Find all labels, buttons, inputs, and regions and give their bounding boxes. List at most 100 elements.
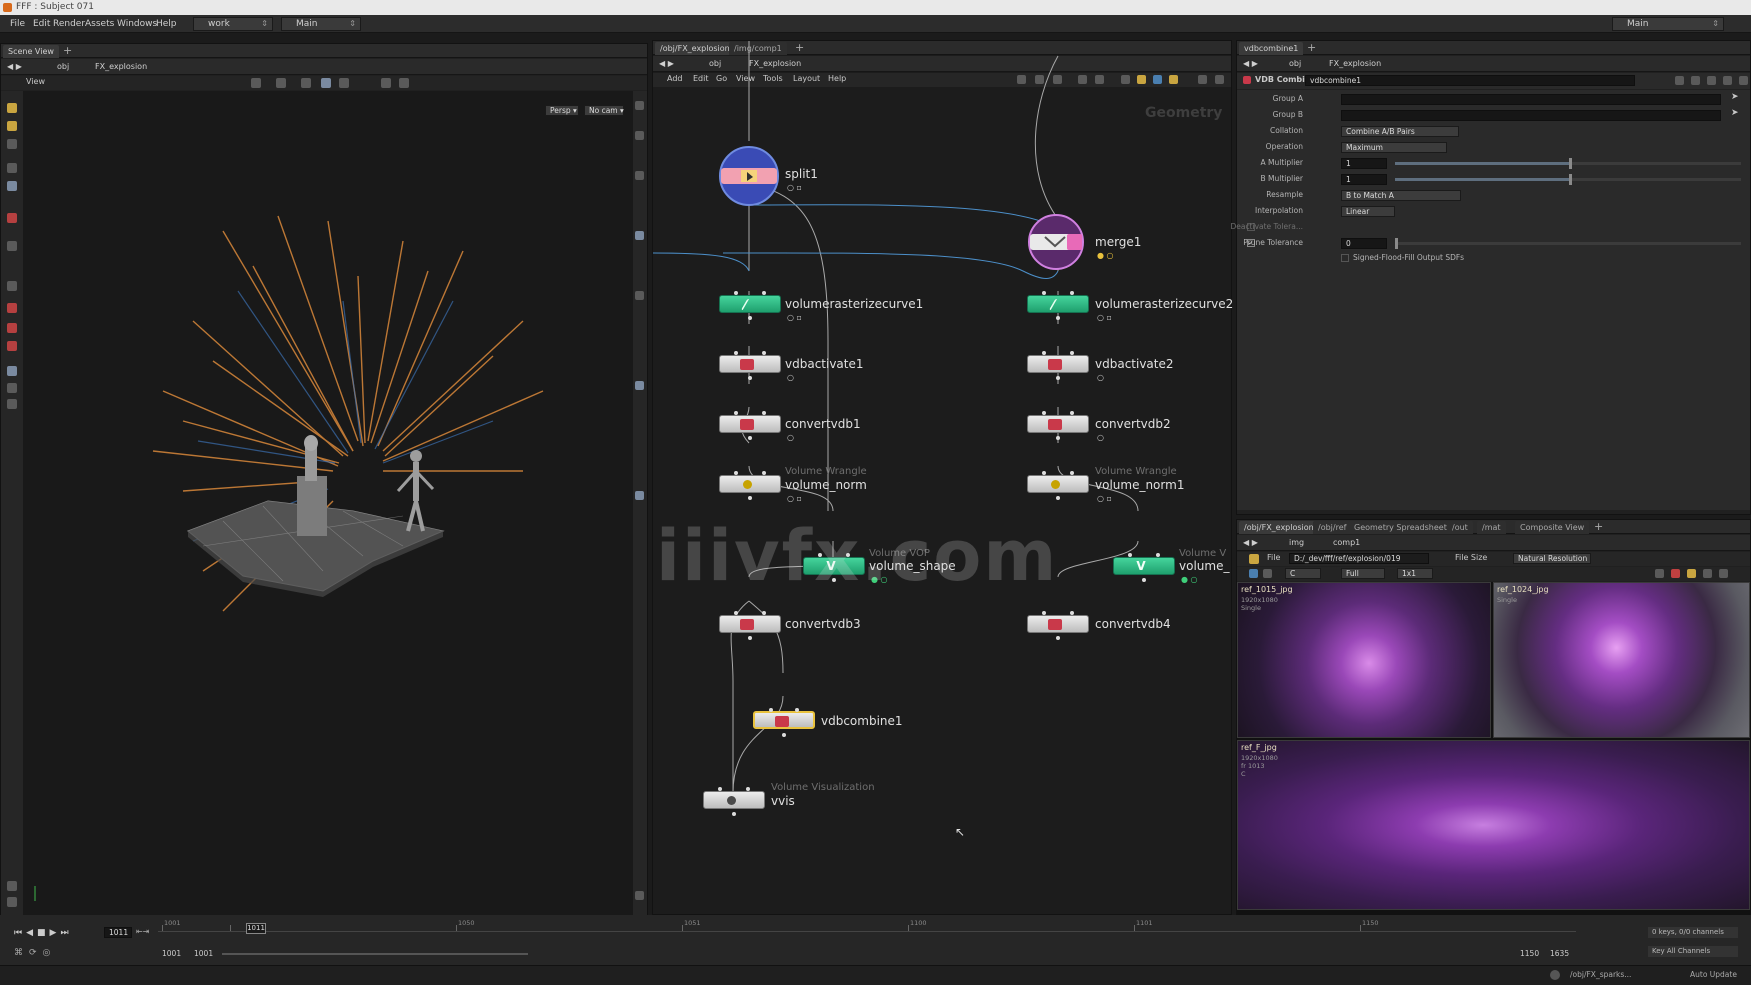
ref-image-2[interactable]: ref_1024_jpg Single <box>1493 582 1750 738</box>
label-volumerasterizecurve2[interactable]: volumerasterizecurve2 <box>1095 297 1233 311</box>
help-icon[interactable] <box>1739 76 1748 85</box>
display-option-icon[interactable] <box>635 381 644 390</box>
node-convertvdb4[interactable] <box>1027 611 1089 633</box>
tab-geometry-spreadsheet[interactable]: Geometry Spreadsheet <box>1349 521 1452 534</box>
file-icon[interactable] <box>1249 554 1259 564</box>
viewport-tool-icon[interactable] <box>339 78 349 88</box>
tab-out[interactable]: /out <box>1447 521 1473 534</box>
node-merge1[interactable] <box>1027 213 1085 271</box>
info-icon[interactable] <box>1723 76 1732 85</box>
label-convertvdb3[interactable]: convertvdb3 <box>785 617 861 631</box>
label-merge1[interactable]: merge1 <box>1095 235 1141 249</box>
node-volumerasterizecurve2[interactable] <box>1027 291 1089 313</box>
magnet-icon[interactable] <box>7 323 17 333</box>
label-convertvdb2[interactable]: convertvdb2 <box>1095 417 1171 431</box>
frame-ruler[interactable]: 1001 1011 1050 1051 1100 1101 1150 <box>158 919 1576 941</box>
select-tool-icon[interactable] <box>7 103 17 113</box>
label-convertvdb4[interactable]: convertvdb4 <box>1095 617 1171 631</box>
output-connector[interactable] <box>1056 496 1060 500</box>
node-vdbactivate1[interactable] <box>719 351 781 373</box>
add-tab-icon[interactable]: + <box>1594 520 1603 533</box>
node-volume-norm1[interactable] <box>1027 471 1089 493</box>
menu-windows[interactable]: Windows <box>117 15 157 33</box>
tab-obj-fx-explosion[interactable]: /obj/FX_explosion <box>1239 521 1319 534</box>
prune-tolerance-slider[interactable] <box>1395 238 1741 249</box>
back-arrow-icon[interactable]: ◀ ▶ <box>7 59 22 75</box>
range-end[interactable]: 1150 <box>1520 949 1539 958</box>
label-convertvdb1[interactable]: convertvdb1 <box>785 417 861 431</box>
output-connector[interactable] <box>732 812 736 816</box>
display-option-icon[interactable] <box>635 101 644 110</box>
output-connector[interactable] <box>748 436 752 440</box>
range-end-2[interactable]: 1635 <box>1550 949 1569 958</box>
label-volume-shape2[interactable]: volume_ <box>1179 559 1229 573</box>
timeline-options-icon[interactable]: ⌘⟳◎ <box>14 948 56 958</box>
playhead-marker[interactable]: 1011 <box>246 923 266 934</box>
a-multiplier-field[interactable]: 1 <box>1341 158 1387 169</box>
viewport-tool-icon[interactable] <box>381 78 391 88</box>
view-tool-icon[interactable] <box>7 241 17 251</box>
output-connector[interactable] <box>1056 376 1060 380</box>
param-path-root[interactable]: obj <box>1289 56 1301 72</box>
node-volume-shape2[interactable]: V <box>1113 553 1175 575</box>
right-context-selector[interactable]: Main ⇕ <box>1612 17 1724 31</box>
group-b-field[interactable] <box>1341 110 1721 121</box>
display-option-icon[interactable] <box>635 291 644 300</box>
node-convertvdb3[interactable] <box>719 611 781 633</box>
output-connector[interactable] <box>1056 436 1060 440</box>
output-connector[interactable] <box>782 733 786 737</box>
select-tool-icon[interactable] <box>7 121 17 131</box>
add-tab-icon[interactable]: + <box>63 44 72 57</box>
display-option-icon[interactable] <box>635 171 644 180</box>
display-option-icon[interactable] <box>635 231 644 240</box>
help-icon[interactable] <box>1691 76 1700 85</box>
light-icon[interactable] <box>7 881 17 891</box>
rotate-tool-icon[interactable] <box>7 163 17 173</box>
label-volumerasterizecurve1[interactable]: volumerasterizecurve1 <box>785 297 923 311</box>
key-all-channels-button[interactable]: Key All Channels <box>1648 946 1738 957</box>
menu-render[interactable]: Render <box>53 15 85 33</box>
display-icon[interactable] <box>7 399 17 409</box>
label-vdbactivate2[interactable]: vdbactivate2 <box>1095 357 1174 371</box>
3d-viewport[interactable]: Persp ▾ No cam ▾ <box>23 91 633 916</box>
add-tab-icon[interactable]: + <box>1307 41 1316 54</box>
viewport-tool-icon[interactable] <box>276 78 286 88</box>
menu-assets[interactable]: Assets <box>85 15 114 33</box>
interpolation-menu[interactable]: Linear <box>1341 206 1395 217</box>
display-icon[interactable] <box>1655 569 1664 578</box>
zoom-menu[interactable]: 1x1 <box>1397 568 1433 579</box>
render-region-icon[interactable] <box>7 366 17 376</box>
slider-knob[interactable] <box>1395 238 1398 249</box>
display-option-icon[interactable] <box>635 131 644 140</box>
viewer-path-root[interactable]: img <box>1289 535 1304 551</box>
tab-scene-view[interactable]: Scene View <box>3 45 59 58</box>
output-connector[interactable] <box>1056 636 1060 640</box>
file-path-field[interactable]: D:/_dev/fff/ref/explosion/019 <box>1289 553 1429 564</box>
viewport-tool-icon[interactable] <box>321 78 331 88</box>
current-frame-field[interactable]: 1011 <box>104 927 132 938</box>
node-convertvdb1[interactable] <box>719 411 781 433</box>
label-split1[interactable]: split1 <box>785 167 818 181</box>
label-volume-norm1[interactable]: volume_norm1 <box>1095 478 1184 492</box>
ref-image-3[interactable]: ref_F_jpg 1920x1080 fr 1013 C <box>1237 740 1750 910</box>
node-split1[interactable] <box>717 144 781 208</box>
magnet-icon[interactable] <box>7 303 17 313</box>
pose-tool-icon[interactable] <box>7 213 17 223</box>
display-icon[interactable] <box>1263 569 1272 578</box>
arrow-selector-icon[interactable]: ➤ <box>1731 108 1739 118</box>
group-a-field[interactable] <box>1341 94 1721 105</box>
viewer-path-node[interactable]: comp1 <box>1333 535 1360 551</box>
collation-menu[interactable]: Combine A/B Pairs <box>1341 126 1459 137</box>
tab-vdbcombine1[interactable]: vdbcombine1 <box>1239 42 1304 55</box>
display-icon[interactable] <box>7 383 17 393</box>
path-root[interactable]: obj <box>57 59 69 75</box>
viewport-tool-icon[interactable] <box>301 78 311 88</box>
node-volumerasterizecurve1[interactable] <box>719 291 781 313</box>
display-option-icon[interactable] <box>635 891 644 900</box>
image-area[interactable]: ref_1015_jpg 1920x1080 Single ref_1024_j… <box>1237 582 1750 916</box>
node-name-field[interactable]: vdbcombine1 <box>1305 75 1635 86</box>
param-path-node[interactable]: FX_explosion <box>1329 56 1381 72</box>
step-frame-icon[interactable]: ⇤⇥ <box>136 927 149 936</box>
menu-file[interactable]: File <box>10 15 25 33</box>
snap-tool-icon[interactable] <box>7 281 17 291</box>
